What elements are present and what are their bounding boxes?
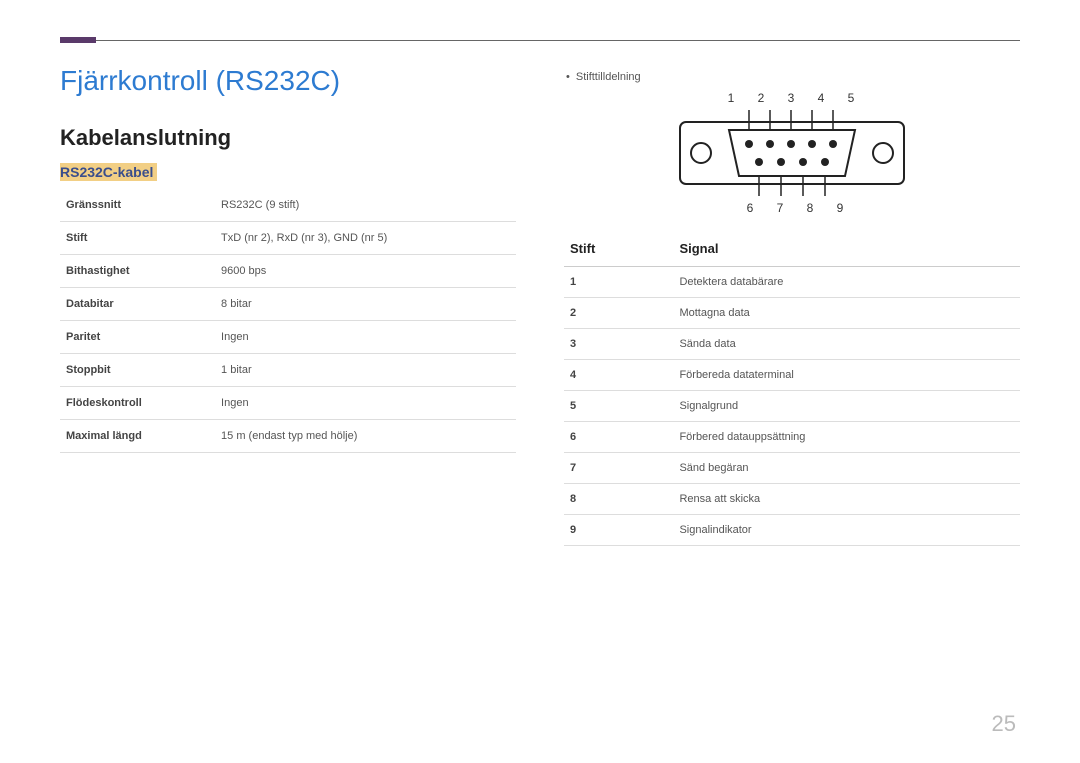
table-row: 4Förbereda dataterminal xyxy=(564,360,1020,391)
pin-num: 6 xyxy=(564,422,673,453)
pin-assignment-label: • Stifttilldelning xyxy=(566,71,1020,83)
spec-val: 8 bitar xyxy=(215,288,516,321)
table-row: ParitetIngen xyxy=(60,321,516,354)
spec-val: 1 bitar xyxy=(215,354,516,387)
page-number: 25 xyxy=(992,711,1016,737)
bottom-pin-labels: 6 7 8 9 xyxy=(677,201,907,215)
table-row: Bithastighet9600 bps xyxy=(60,255,516,288)
spec-val: 9600 bps xyxy=(215,255,516,288)
pin-num: 1 xyxy=(564,267,673,298)
spec-val: Ingen xyxy=(215,387,516,420)
spec-val: 15 m (endast typ med hölje) xyxy=(215,420,516,453)
pin-num: 2 xyxy=(564,298,673,329)
table-row: Maximal längd15 m (endast typ med hölje) xyxy=(60,420,516,453)
spec-key: Flödeskontroll xyxy=(60,387,215,420)
spec-table: GränssnittRS232C (9 stift) StiftTxD (nr … xyxy=(60,189,516,453)
pin-signal: Signalgrund xyxy=(673,391,1020,422)
bullet-text: Stifttilldelning xyxy=(576,71,641,83)
table-row: GränssnittRS232C (9 stift) xyxy=(60,189,516,222)
spec-key: Paritet xyxy=(60,321,215,354)
table-row: Databitar8 bitar xyxy=(60,288,516,321)
pin-num: 5 xyxy=(564,391,673,422)
spec-key: Stift xyxy=(60,222,215,255)
spec-key: Bithastighet xyxy=(60,255,215,288)
pin-num: 9 xyxy=(564,515,673,546)
table-row: 9Signalindikator xyxy=(564,515,1020,546)
pin-num: 4 xyxy=(564,360,673,391)
pin-num: 7 xyxy=(564,453,673,484)
table-row: 3Sända data xyxy=(564,329,1020,360)
pin-num: 3 xyxy=(564,329,673,360)
table-row: 2Mottagna data xyxy=(564,298,1020,329)
table-row: FlödeskontrollIngen xyxy=(60,387,516,420)
pin-signal: Mottagna data xyxy=(673,298,1020,329)
table-row: 5Signalgrund xyxy=(564,391,1020,422)
top-rule xyxy=(60,40,1020,41)
table-row: 1Detektera databärare xyxy=(564,267,1020,298)
table-row: 8Rensa att skicka xyxy=(564,484,1020,515)
signal-col-head: Signal xyxy=(673,233,1020,267)
table-row: 7Sänd begäran xyxy=(564,453,1020,484)
spec-val: TxD (nr 2), RxD (nr 3), GND (nr 5) xyxy=(215,222,516,255)
pin-col-head: Stift xyxy=(564,233,673,267)
pin-signal: Rensa att skicka xyxy=(673,484,1020,515)
spec-key: Databitar xyxy=(60,288,215,321)
pin-signal: Sända data xyxy=(673,329,1020,360)
spec-key: Maximal längd xyxy=(60,420,215,453)
bullet-icon: • xyxy=(566,71,570,83)
table-row: 6Förbered datauppsättning xyxy=(564,422,1020,453)
spec-val: RS232C (9 stift) xyxy=(215,189,516,222)
pin-signal: Sänd begäran xyxy=(673,453,1020,484)
pin-signal-table: Stift Signal 1Detektera databärare 2Mott… xyxy=(564,233,1020,546)
spec-val: Ingen xyxy=(215,321,516,354)
connector-diagram: 1 2 3 4 5 xyxy=(564,91,1020,215)
spec-key: Gränssnitt xyxy=(60,189,215,222)
page-title: Fjärrkontroll (RS232C) xyxy=(60,65,516,97)
table-row: StiftTxD (nr 2), RxD (nr 3), GND (nr 5) xyxy=(60,222,516,255)
top-pin-labels: 1 2 3 4 5 xyxy=(677,91,907,105)
db9-connector-icon xyxy=(677,108,907,198)
pin-signal: Förbered datauppsättning xyxy=(673,422,1020,453)
spec-key: Stoppbit xyxy=(60,354,215,387)
subsection-heading: RS232C-kabel xyxy=(60,163,157,181)
pin-num: 8 xyxy=(564,484,673,515)
accent-bar xyxy=(60,37,96,43)
section-heading: Kabelanslutning xyxy=(60,125,516,151)
pin-signal: Signalindikator xyxy=(673,515,1020,546)
table-row: Stoppbit1 bitar xyxy=(60,354,516,387)
pin-signal: Detektera databärare xyxy=(673,267,1020,298)
pin-signal: Förbereda dataterminal xyxy=(673,360,1020,391)
